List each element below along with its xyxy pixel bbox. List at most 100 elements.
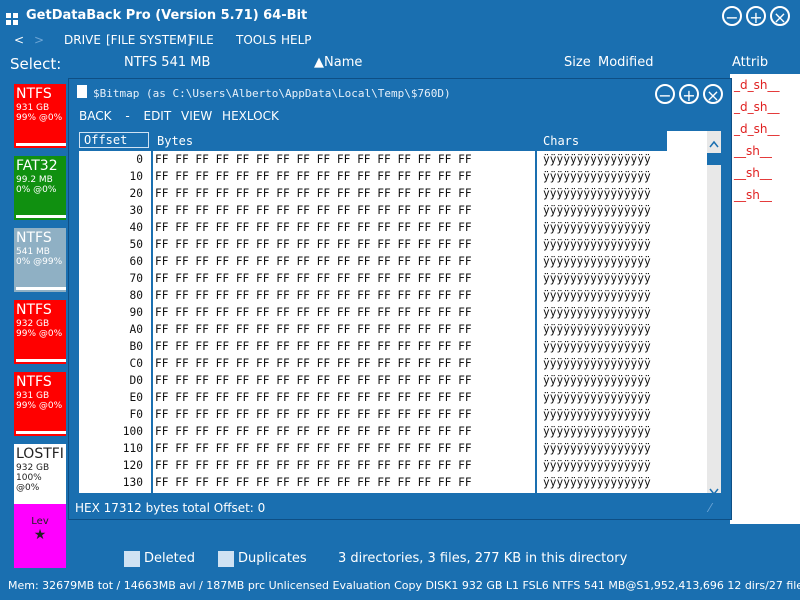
drive-fs: LOSTFI bbox=[16, 446, 64, 462]
menu-hexlock[interactable]: HEXLOCK bbox=[222, 109, 279, 123]
menu-drive[interactable]: DRIVE bbox=[64, 33, 101, 47]
hex-row[interactable]: 0 FF FF FF FF FF FF FF FF FF FF FF FF FF … bbox=[79, 153, 667, 170]
column-modified[interactable]: Modified bbox=[598, 55, 653, 70]
row-offset: 30 bbox=[129, 204, 143, 217]
drive-stat: 100% @0% bbox=[16, 473, 42, 493]
hex-row[interactable]: E0 FF FF FF FF FF FF FF FF FF FF FF FF FF… bbox=[79, 391, 667, 408]
drive-stat: 99% @0% bbox=[16, 329, 63, 339]
row-offset: 50 bbox=[129, 238, 143, 251]
hex-row[interactable]: 30 FF FF FF FF FF FF FF FF FF FF FF FF FF… bbox=[79, 204, 667, 221]
menu-file-system[interactable]: [FILE SYSTEM] bbox=[106, 33, 192, 47]
menu-back[interactable]: BACK bbox=[79, 109, 111, 123]
row-chars: ÿÿÿÿÿÿÿÿÿÿÿÿÿÿÿÿ bbox=[543, 187, 651, 200]
hex-row[interactable]: 20 FF FF FF FF FF FF FF FF FF FF FF FF FF… bbox=[79, 187, 667, 204]
drive-progress bbox=[16, 287, 66, 290]
scroll-up-icon[interactable] bbox=[709, 133, 719, 152]
row-offset: 90 bbox=[129, 306, 143, 319]
hex-row[interactable]: F0 FF FF FF FF FF FF FF FF FF FF FF FF FF… bbox=[79, 408, 667, 425]
row-chars: ÿÿÿÿÿÿÿÿÿÿÿÿÿÿÿÿ bbox=[543, 391, 651, 404]
hex-row[interactable]: 130 FF FF FF FF FF FF FF FF FF FF FF FF F… bbox=[79, 476, 667, 493]
resize-grip-icon[interactable]: ⁄ bbox=[709, 501, 711, 515]
row-chars: ÿÿÿÿÿÿÿÿÿÿÿÿÿÿÿÿ bbox=[543, 374, 651, 387]
drive-card[interactable]: FAT32 99.2 MB 0% @0% bbox=[14, 156, 66, 220]
select-label: Select: bbox=[10, 55, 62, 73]
hex-menu-bar: BACK - EDIT VIEW HEXLOCK bbox=[79, 109, 279, 123]
list-header: NTFS 541 MB ▲Name Size Modified Attrib bbox=[118, 51, 800, 73]
chars-header[interactable]: Chars bbox=[543, 134, 579, 148]
column-name[interactable]: ▲Name bbox=[314, 55, 362, 70]
column-size[interactable]: Size bbox=[564, 55, 591, 70]
row-bytes: FF FF FF FF FF FF FF FF FF FF FF FF FF F… bbox=[155, 442, 472, 455]
drive-size: 99.2 MB bbox=[16, 175, 53, 185]
row-offset: 120 bbox=[122, 459, 143, 472]
row-bytes: FF FF FF FF FF FF FF FF FF FF FF FF FF F… bbox=[155, 408, 472, 421]
drive-card[interactable]: LOSTFI 932 GB 100% @0% bbox=[14, 444, 66, 508]
drive-card[interactable]: NTFS 541 MB 0% @99% bbox=[14, 228, 66, 292]
row-chars: ÿÿÿÿÿÿÿÿÿÿÿÿÿÿÿÿ bbox=[543, 255, 651, 268]
drive-card[interactable]: NTFS 931 GB 99% @0% bbox=[14, 84, 66, 148]
hex-row[interactable]: 120 FF FF FF FF FF FF FF FF FF FF FF FF F… bbox=[79, 459, 667, 476]
hex-status: HEX 17312 bytes total Offset: 0 bbox=[75, 501, 266, 515]
close-icon[interactable]: × bbox=[770, 6, 790, 27]
menu-help[interactable]: HELP bbox=[281, 33, 312, 47]
hex-panel[interactable]: Offset Bytes Chars 0 FF FF FF FF FF FF FF… bbox=[79, 131, 721, 496]
row-bytes: FF FF FF FF FF FF FF FF FF FF FF FF FF F… bbox=[155, 323, 472, 336]
column-attrib[interactable]: Attrib bbox=[732, 55, 768, 70]
file-list[interactable]: _d_sh__ _d_sh__ _d_sh__ __sh__ __sh__ __… bbox=[730, 74, 800, 524]
maximize-icon[interactable]: + bbox=[746, 6, 766, 27]
hex-row[interactable]: D0 FF FF FF FF FF FF FF FF FF FF FF FF FF… bbox=[79, 374, 667, 391]
menu-file[interactable]: FILE bbox=[189, 33, 214, 47]
row-bytes: FF FF FF FF FF FF FF FF FF FF FF FF FF F… bbox=[155, 425, 472, 438]
scroll-down-icon[interactable] bbox=[709, 481, 719, 500]
drive-card[interactable]: NTFS 931 GB 99% @0% bbox=[14, 372, 66, 436]
hex-row[interactable]: 40 FF FF FF FF FF FF FF FF FF FF FF FF FF… bbox=[79, 221, 667, 238]
hex-row[interactable]: 80 FF FF FF FF FF FF FF FF FF FF FF FF FF… bbox=[79, 289, 667, 306]
hex-row[interactable]: 60 FF FF FF FF FF FF FF FF FF FF FF FF FF… bbox=[79, 255, 667, 272]
duplicates-label: Duplicates bbox=[238, 551, 307, 566]
hex-row[interactable]: 10 FF FF FF FF FF FF FF FF FF FF FF FF FF… bbox=[79, 170, 667, 187]
row-offset: 110 bbox=[122, 442, 143, 455]
row-chars: ÿÿÿÿÿÿÿÿÿÿÿÿÿÿÿÿ bbox=[543, 238, 651, 251]
menu-tools[interactable]: TOOLS bbox=[236, 33, 277, 47]
hex-viewer-window[interactable]: $Bitmap (as C:\Users\Alberto\AppData\Loc… bbox=[68, 78, 732, 520]
status-text: Mem: 32679MB tot / 14663MB avl / 187MB p… bbox=[8, 579, 800, 592]
forward-nav-button[interactable]: > bbox=[34, 33, 44, 47]
menu-edit[interactable]: EDIT bbox=[143, 109, 171, 123]
bytes-header[interactable]: Bytes bbox=[157, 134, 193, 148]
drive-stat: 99% @0% bbox=[16, 113, 63, 123]
attrib-cell: _d_sh__ bbox=[734, 100, 780, 114]
hex-row[interactable]: 100 FF FF FF FF FF FF FF FF FF FF FF FF F… bbox=[79, 425, 667, 442]
row-bytes: FF FF FF FF FF FF FF FF FF FF FF FF FF F… bbox=[155, 357, 472, 370]
status-bar: Mem: 32679MB tot / 14663MB avl / 187MB p… bbox=[0, 574, 800, 600]
deleted-checkbox[interactable] bbox=[124, 551, 140, 567]
duplicates-checkbox[interactable] bbox=[218, 551, 234, 567]
row-chars: ÿÿÿÿÿÿÿÿÿÿÿÿÿÿÿÿ bbox=[543, 459, 651, 472]
hex-row[interactable]: B0 FF FF FF FF FF FF FF FF FF FF FF FF FF… bbox=[79, 340, 667, 357]
drive-card[interactable]: NTFS 932 GB 99% @0% bbox=[14, 300, 66, 364]
directory-summary: 3 directories, 3 files, 277 KB in this d… bbox=[338, 551, 628, 566]
close-icon[interactable]: × bbox=[703, 84, 723, 105]
hex-row[interactable]: 50 FF FF FF FF FF FF FF FF FF FF FF FF FF… bbox=[79, 238, 667, 255]
hex-row[interactable]: 90 FF FF FF FF FF FF FF FF FF FF FF FF FF… bbox=[79, 306, 667, 323]
hex-row[interactable]: 70 FF FF FF FF FF FF FF FF FF FF FF FF FF… bbox=[79, 272, 667, 289]
back-nav-button[interactable]: < bbox=[14, 33, 24, 47]
menu-view[interactable]: VIEW bbox=[181, 109, 212, 123]
hex-rows[interactable]: 0 FF FF FF FF FF FF FF FF FF FF FF FF FF … bbox=[79, 153, 667, 493]
row-bytes: FF FF FF FF FF FF FF FF FF FF FF FF FF F… bbox=[155, 221, 472, 234]
scroll-thumb[interactable] bbox=[707, 153, 721, 165]
hex-row[interactable]: A0 FF FF FF FF FF FF FF FF FF FF FF FF FF… bbox=[79, 323, 667, 340]
row-bytes: FF FF FF FF FF FF FF FF FF FF FF FF FF F… bbox=[155, 340, 472, 353]
row-offset: B0 bbox=[129, 340, 143, 353]
minimize-icon[interactable]: − bbox=[722, 6, 742, 27]
offset-header[interactable]: Offset bbox=[79, 132, 149, 148]
star-icon: ★ bbox=[33, 527, 47, 543]
hex-row[interactable]: C0 FF FF FF FF FF FF FF FF FF FF FF FF FF… bbox=[79, 357, 667, 374]
drive-card[interactable]: Lev ★ bbox=[14, 504, 66, 568]
hex-row[interactable]: 110 FF FF FF FF FF FF FF FF FF FF FF FF F… bbox=[79, 442, 667, 459]
minimize-icon[interactable]: − bbox=[655, 84, 675, 105]
drive-fs: FAT32 bbox=[16, 158, 58, 174]
drive-progress bbox=[16, 215, 66, 218]
row-bytes: FF FF FF FF FF FF FF FF FF FF FF FF FF F… bbox=[155, 459, 472, 472]
maximize-icon[interactable]: + bbox=[679, 84, 699, 105]
hex-scrollbar[interactable] bbox=[707, 131, 721, 496]
